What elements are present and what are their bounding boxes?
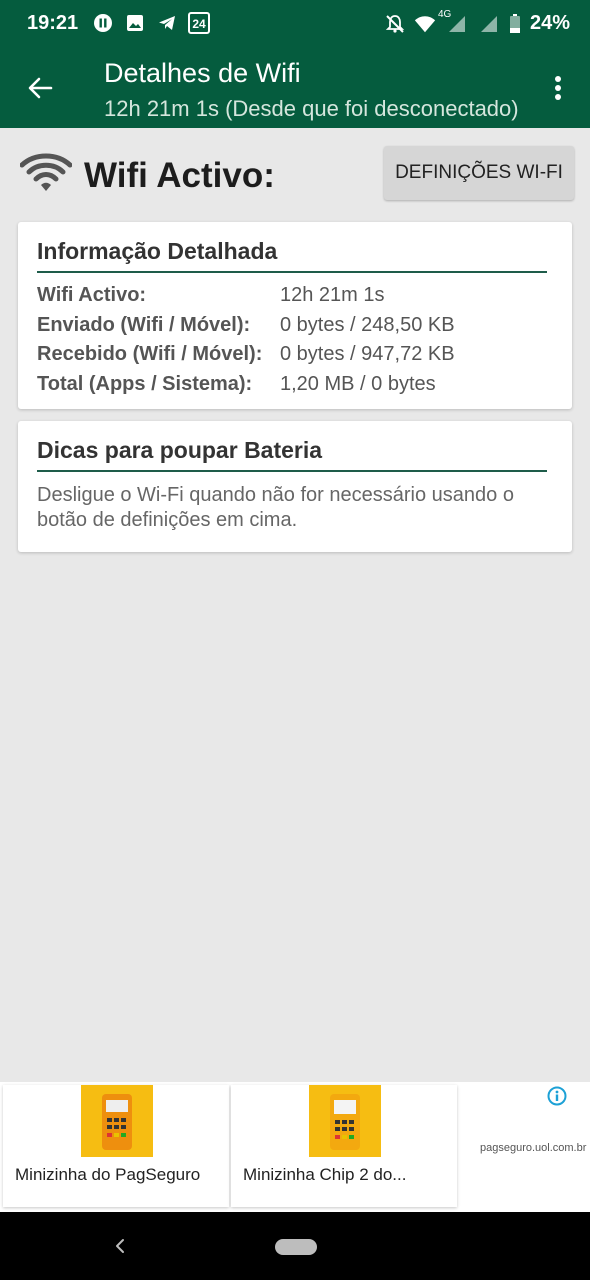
tips-card: Dicas para poupar Bateria Desligue o Wi-… (18, 421, 572, 552)
more-vert-icon (555, 76, 561, 100)
bell-off-icon (384, 13, 406, 35)
ad-info-icon[interactable] (547, 1086, 567, 1106)
wifi-status-row: Wifi Activo: DEFINIÇÕES WI-FI (0, 128, 590, 218)
nav-home-pill[interactable] (275, 1239, 317, 1255)
ad-caption: Minizinha Chip 2 do... (243, 1165, 407, 1184)
ad-banner: Minizinha do PagSeguro Minizinha Chip 2 … (0, 1082, 590, 1212)
ad-caption: Minizinha do PagSeguro (15, 1165, 201, 1184)
info-card: Informação Detalhada Wifi Activo: 12h 21… (18, 222, 572, 409)
divider (37, 470, 547, 472)
navigation-bar (0, 1212, 590, 1280)
ad-item[interactable]: Minizinha do PagSeguro (3, 1085, 229, 1207)
wifi-signal-icon (414, 13, 436, 35)
24-badge-icon: 24 (188, 12, 210, 34)
battery-percent: 24% (529, 12, 570, 34)
info-row-key: Wifi Activo: (37, 284, 147, 306)
overflow-menu-button[interactable] (544, 70, 572, 106)
info-row-value: 12h 21m 1s (280, 284, 385, 306)
card-reader-image (309, 1085, 381, 1157)
info-row-value: 0 bytes / 947,72 KB (280, 343, 455, 365)
cell-signal-icon (478, 13, 500, 35)
info-row-key: Enviado (Wifi / Móvel): (37, 314, 251, 336)
svg-text:24: 24 (192, 17, 206, 31)
info-row-key: Recebido (Wifi / Móvel): (37, 343, 263, 365)
telegram-icon (156, 12, 178, 34)
wifi-icon (19, 152, 73, 194)
tips-text: Desligue o Wi-Fi quando não for necessár… (37, 484, 514, 531)
info-card-title: Informação Detalhada (37, 238, 278, 264)
cell-signal-icon: 4G (438, 9, 470, 35)
card-reader-image (81, 1085, 153, 1157)
back-button[interactable] (22, 70, 58, 106)
info-row-value: 1,20 MB / 0 bytes (280, 373, 436, 395)
image-icon (124, 12, 146, 34)
app-bar: Detalhes de Wifi 12h 21m 1s (Desde que f… (0, 48, 590, 128)
page-subtitle: 12h 21m 1s (Desde que foi desconectado) (104, 96, 519, 121)
divider (37, 271, 547, 273)
wifi-status-label: Wifi Activo: (84, 156, 275, 195)
wifi-settings-button[interactable]: DEFINIÇÕES WI-FI (384, 146, 574, 200)
ad-item[interactable]: Minizinha Chip 2 do... (231, 1085, 457, 1207)
nav-back-icon[interactable] (108, 1234, 132, 1258)
pause-circle-icon (92, 12, 114, 34)
status-bar: 19:21 24 4G 24% (0, 0, 590, 48)
ad-domain[interactable]: pagseguro.uol.com.br (480, 1142, 586, 1154)
tips-card-title: Dicas para poupar Bateria (37, 437, 323, 463)
notification-icons: 24 (92, 12, 210, 34)
info-row-value: 0 bytes / 248,50 KB (280, 314, 455, 336)
page-title: Detalhes de Wifi (104, 58, 301, 88)
system-status-icons: 4G 24% (384, 9, 570, 35)
arrow-left-icon (28, 77, 53, 99)
info-row-key: Total (Apps / Sistema): (37, 373, 253, 395)
network-type: 4G (437, 8, 452, 20)
status-time: 19:21 (27, 12, 79, 34)
battery-icon (508, 13, 522, 35)
